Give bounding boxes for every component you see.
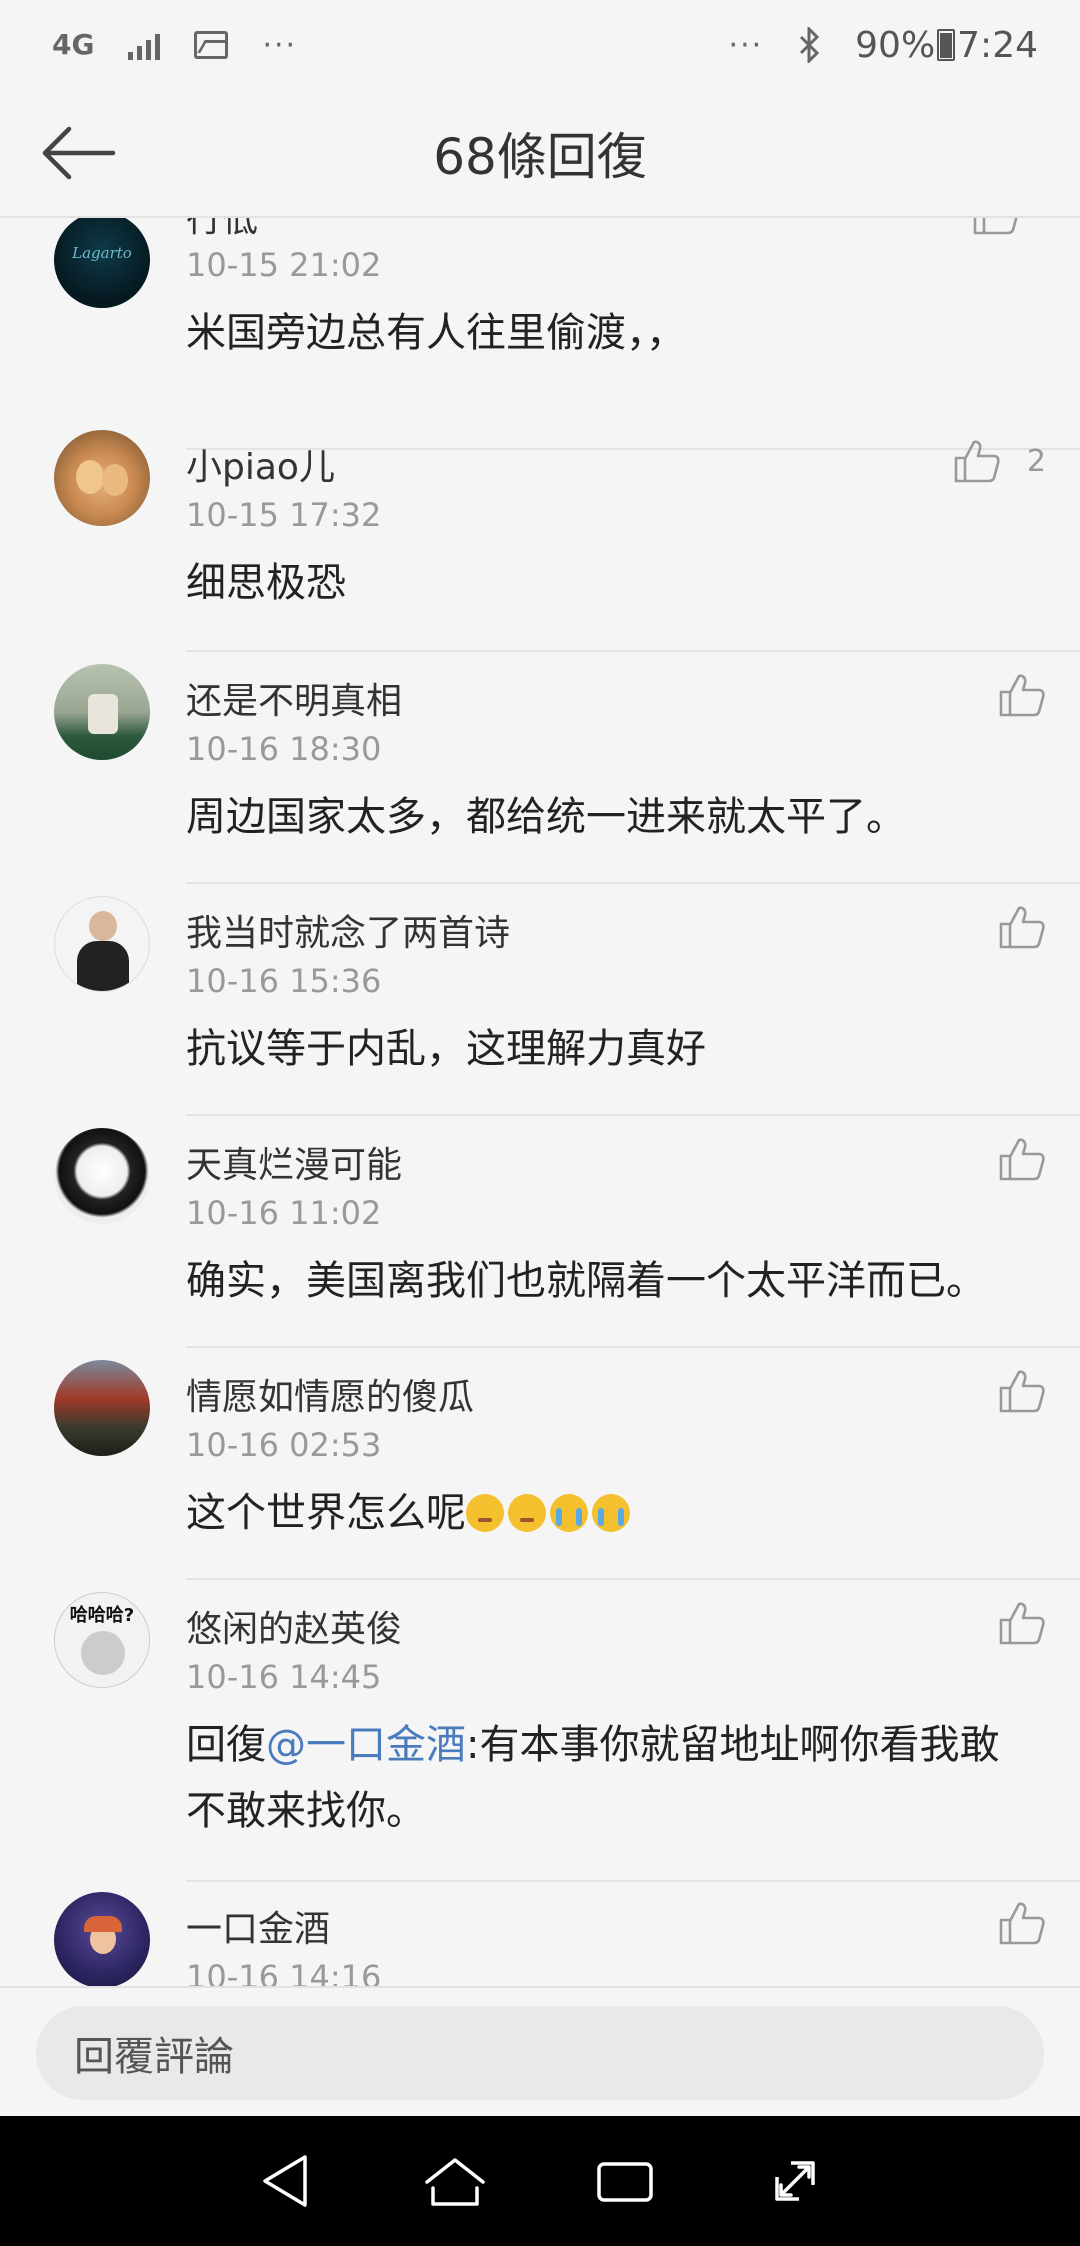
- comment-item: 一口金酒 10-16 14:16: [0, 1892, 1080, 1986]
- comment-author[interactable]: 还是不明真相: [186, 672, 402, 724]
- pout-emoji-icon: [466, 1494, 504, 1532]
- thumbs-up-icon: [999, 906, 1045, 949]
- home-icon: [425, 2158, 485, 2206]
- clock-time: 7:24: [957, 24, 1038, 66]
- pout-emoji-icon: [508, 1494, 546, 1532]
- like-button[interactable]: [972, 218, 1046, 236]
- comment-text[interactable]: 细思极恐: [186, 550, 1036, 616]
- avatar[interactable]: [54, 430, 150, 526]
- comment-time: 10-16 15:36: [186, 962, 382, 1000]
- reply-bar: 回覆評論: [0, 1986, 1080, 2116]
- battery-percentage: 90%: [855, 24, 936, 66]
- thumbs-up-icon: [954, 440, 1000, 483]
- reply-prefix: 回復: [186, 1722, 266, 1768]
- header-bar: 68條回復: [0, 90, 1080, 218]
- comment-time: 10-16 14:45: [186, 1658, 382, 1696]
- divider: [186, 882, 1080, 884]
- comment-time: 10-16 02:53: [186, 1426, 382, 1464]
- comment-time: 10-16 18:30: [186, 730, 382, 768]
- thumbs-up-icon: [999, 1138, 1045, 1181]
- battery-icon: [937, 29, 956, 61]
- avatar[interactable]: Lagarto: [54, 218, 150, 308]
- thumbs-up-icon: [973, 218, 1018, 235]
- comment-author[interactable]: 悠闲的赵英俊: [186, 1600, 402, 1652]
- recent-apps-icon: [597, 2162, 653, 2202]
- divider: [186, 1346, 1080, 1348]
- comment-author[interactable]: 情愿如情愿的傻瓜: [186, 1368, 474, 1420]
- comment-time: 10-16 14:16: [186, 1958, 382, 1986]
- more-notifications-indicator: ···: [262, 27, 298, 63]
- expand-screen-icon: [775, 2161, 815, 2201]
- avatar-logo-text: Lagarto: [72, 244, 132, 262]
- comment-text[interactable]: 这个世界怎么呢: [186, 1480, 1036, 1546]
- comment-author[interactable]: 行低: [186, 218, 258, 242]
- network-type-indicator: 4G: [52, 28, 95, 61]
- bluetooth-icon: [800, 27, 820, 63]
- nav-expand-button[interactable]: [735, 2131, 855, 2231]
- like-button[interactable]: [998, 1900, 1046, 1946]
- system-navigation-bar: [0, 2116, 1080, 2246]
- page-title: 68條回復: [433, 128, 647, 186]
- divider: [186, 1880, 1080, 1882]
- avatar[interactable]: [54, 1128, 150, 1224]
- comment-item: 我当时就念了两首诗 10-16 15:36 抗议等于内乱，这理解力真好: [0, 896, 1080, 1148]
- comment-time: 10-16 11:02: [186, 1194, 382, 1232]
- comment-time: 10-15 17:32: [186, 496, 382, 534]
- back-button[interactable]: [36, 120, 120, 186]
- mention-link[interactable]: @一口金酒: [266, 1722, 466, 1768]
- crying-emoji-icon: [550, 1494, 588, 1532]
- avatar[interactable]: 哈哈哈?: [54, 1592, 150, 1688]
- avatar[interactable]: [54, 1360, 150, 1456]
- status-bar: 4G ··· ··· 90% 7:24: [0, 0, 1080, 90]
- like-button[interactable]: [998, 1368, 1046, 1414]
- like-count: 2: [1026, 443, 1046, 479]
- divider: [186, 1114, 1080, 1116]
- comment-time: 10-15 21:02: [186, 246, 382, 284]
- comment-author[interactable]: 小piao儿: [186, 438, 335, 490]
- thumbs-up-icon: [999, 1902, 1045, 1945]
- more-status-indicator: ···: [728, 27, 764, 63]
- comment-text[interactable]: 回復@一口金酒:有本事你就留地址啊你看我敢不敢来找你。: [186, 1712, 1036, 1844]
- comment-text[interactable]: 周边国家太多，都给统一进来就太平了。: [186, 784, 1036, 850]
- comment-item: Lagarto 行低 10-15 21:02 米国旁边总有人往里偷渡，，: [0, 218, 1080, 450]
- comment-item: 哈哈哈? 悠闲的赵英俊 10-16 14:45 回復@一口金酒:有本事你就留地址…: [0, 1592, 1080, 1912]
- gallery-notification-icon: [194, 31, 229, 59]
- divider: [186, 1578, 1080, 1580]
- comment-item: 情愿如情愿的傻瓜 10-16 02:53 这个世界怎么呢: [0, 1360, 1080, 1612]
- nav-back-button[interactable]: [225, 2131, 345, 2231]
- like-button[interactable]: 2: [953, 438, 1046, 484]
- comment-author[interactable]: 我当时就念了两首诗: [186, 904, 510, 956]
- crying-emoji-icon: [592, 1494, 630, 1532]
- comment-text[interactable]: 抗议等于内乱，这理解力真好: [186, 1016, 1036, 1082]
- comment-text[interactable]: 米国旁边总有人往里偷渡，，: [186, 300, 1036, 366]
- comment-item: 天真烂漫可能 10-16 11:02 确实，美国离我们也就隔着一个太平洋而已。: [0, 1128, 1080, 1380]
- avatar[interactable]: [54, 896, 150, 992]
- comment-author[interactable]: 一口金酒: [186, 1900, 330, 1952]
- thumbs-up-icon: [999, 674, 1045, 717]
- comment-list[interactable]: Lagarto 行低 10-15 21:02 米国旁边总有人往里偷渡，， 小pi…: [0, 218, 1080, 1986]
- like-button[interactable]: [998, 1600, 1046, 1646]
- nav-recents-button[interactable]: [565, 2131, 685, 2231]
- like-button[interactable]: [998, 904, 1046, 950]
- avatar[interactable]: [54, 1892, 150, 1986]
- like-button[interactable]: [998, 672, 1046, 718]
- signal-strength-icon: [128, 30, 161, 60]
- comment-author[interactable]: 天真烂漫可能: [186, 1136, 402, 1188]
- nav-home-button[interactable]: [395, 2131, 515, 2231]
- comment-item: 小piao儿 2 10-15 17:32 细思极恐: [0, 430, 1080, 684]
- back-arrow-icon: [42, 126, 116, 180]
- thumbs-up-icon: [999, 1370, 1045, 1413]
- triangle-back-icon: [263, 2155, 307, 2207]
- comment-item: 还是不明真相 10-16 18:30 周边国家太多，都给统一进来就太平了。: [0, 664, 1080, 916]
- thumbs-up-icon: [999, 1602, 1045, 1645]
- comment-text-body: 这个世界怎么呢: [186, 1490, 466, 1536]
- avatar[interactable]: [54, 664, 150, 760]
- comment-text[interactable]: 确实，美国离我们也就隔着一个太平洋而已。: [186, 1248, 1036, 1314]
- divider: [186, 650, 1080, 652]
- reply-comment-input[interactable]: 回覆評論: [36, 2006, 1044, 2100]
- avatar-meme-text: 哈哈哈?: [69, 1605, 135, 1626]
- like-button[interactable]: [998, 1136, 1046, 1182]
